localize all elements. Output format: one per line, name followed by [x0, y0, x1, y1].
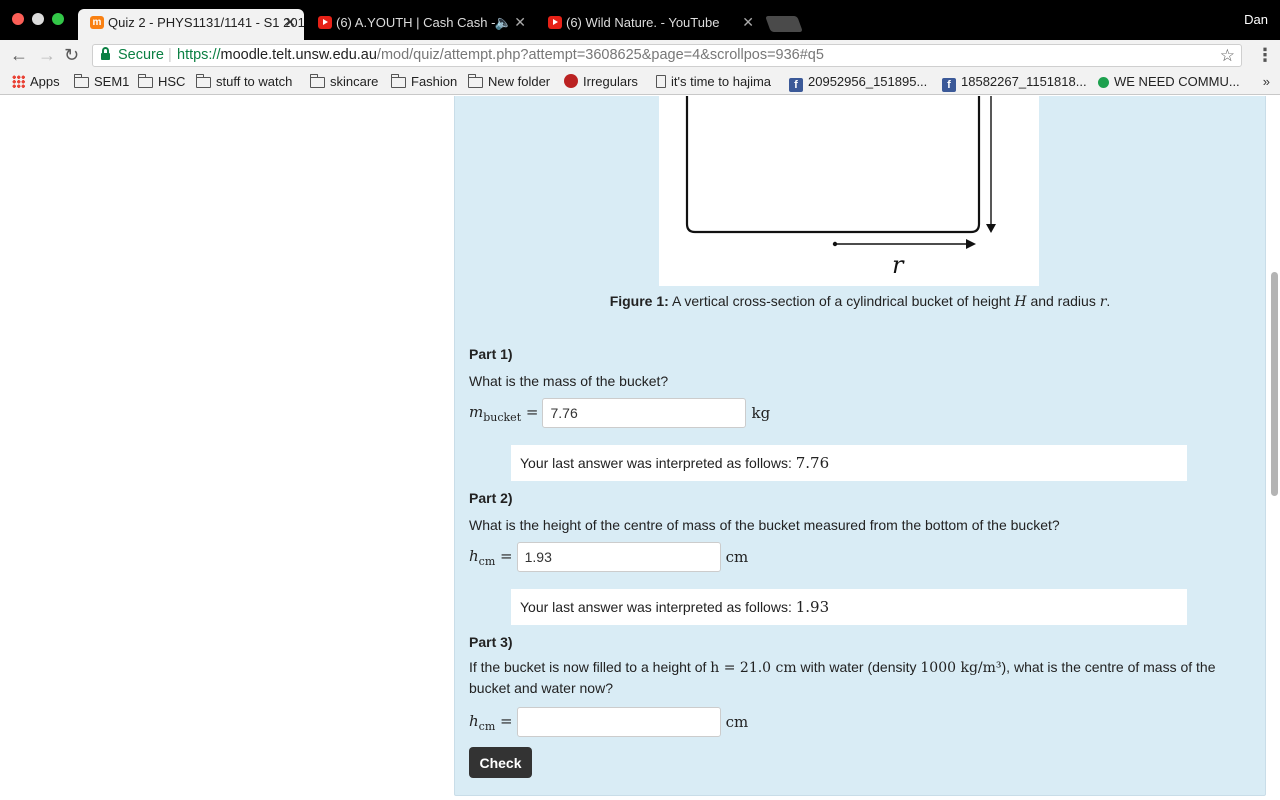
forward-icon[interactable]: → [38, 44, 56, 66]
browser-toolbar: ← → ↻ Secure | https://moodle.telt.unsw.… [0, 40, 1280, 70]
moodle-icon: m [90, 16, 104, 29]
green-dot-icon [1098, 77, 1109, 88]
apps-icon [12, 75, 25, 88]
height-arrowhead [986, 224, 996, 233]
bookmarks-overflow-icon[interactable]: » [1263, 74, 1270, 89]
figure-caption: Figure 1: A vertical cross-section of a … [455, 293, 1265, 310]
part2-question: What is the height of the centre of mass… [469, 517, 1060, 533]
page-content: r Figure 1: A vertical cross-section of … [0, 96, 1280, 800]
caption-prefix: Figure 1: [609, 293, 669, 309]
tab-title: (6) A.YOUTH | Cash Cash - [336, 15, 496, 30]
part3-answer-input[interactable] [516, 707, 721, 737]
folder-icon [73, 74, 89, 88]
folder-icon [467, 74, 483, 88]
facebook-icon: f [942, 78, 956, 92]
part1-lhs: mbucket = [469, 402, 539, 424]
folder-icon [309, 74, 325, 88]
caption-height-symbol: H [1014, 294, 1027, 310]
caption-end: . [1106, 293, 1111, 309]
part2-title: Part 2) [469, 490, 513, 506]
part3-title: Part 3) [469, 634, 513, 650]
part2-lhs: hcm = [469, 546, 513, 568]
caption-and: and radius [1030, 293, 1096, 309]
title-bar: m Quiz 2 - PHYS1131/1141 - S1 2018 ✕ (6)… [0, 0, 1280, 40]
page-icon [656, 75, 666, 88]
scrollbar-thumb[interactable] [1271, 272, 1278, 496]
check-button[interactable]: Check [469, 747, 532, 778]
bookmark-star-icon[interactable]: ☆ [1220, 45, 1235, 66]
profile-name[interactable]: Dan [1244, 12, 1268, 27]
close-tab-icon[interactable]: ✕ [284, 9, 296, 36]
folder-icon [195, 74, 211, 88]
part2-unit: cm [725, 548, 749, 566]
part3-lhs: hcm = [469, 711, 513, 733]
radius-arrowhead [966, 239, 976, 249]
page-scrollbar[interactable] [1268, 96, 1280, 800]
tab-title: Quiz 2 - PHYS1131/1141 - S1 2018 [108, 15, 304, 30]
part3-question: If the bucket is now filled to a height … [469, 659, 1216, 696]
part2-answer-input[interactable] [516, 542, 721, 572]
question-panel: r Figure 1: A vertical cross-section of … [454, 96, 1266, 796]
bookmark-skincare[interactable]: skincare [309, 74, 378, 90]
tab-cash-cash[interactable]: (6) A.YOUTH | Cash Cash - 🔈 ✕ [306, 9, 534, 40]
tab-title: (6) Wild Nature. - YouTube [566, 15, 720, 30]
part1-unit: kg [751, 404, 771, 422]
folder-icon [137, 74, 153, 88]
bookmark-hajima[interactable]: it's time to hajima [656, 74, 771, 90]
bucket-figure: r [659, 96, 1039, 286]
tab-wild-nature[interactable]: (6) Wild Nature. - YouTube ✕ [536, 9, 762, 40]
part3-answer-row: hcm = cm [469, 707, 748, 737]
part2-feedback: Your last answer was interpreted as foll… [511, 589, 1187, 625]
secure-label: Secure [118, 47, 164, 63]
new-tab-button[interactable] [765, 16, 803, 32]
part1-feedback-value: 7.76 [795, 454, 830, 472]
part1-answer-input[interactable] [542, 398, 747, 428]
bookmark-hsc[interactable]: HSC [137, 74, 185, 90]
bookmark-fashion[interactable]: Fashion [390, 74, 457, 90]
part3-unit: cm [725, 713, 749, 731]
part1-question: What is the mass of the bucket? [469, 373, 669, 389]
part3-density-expr: 1000 kg/m³ [920, 660, 1002, 676]
reload-icon[interactable]: ↻ [64, 44, 79, 66]
minimize-window-button[interactable] [32, 13, 44, 25]
tab-quiz[interactable]: m Quiz 2 - PHYS1131/1141 - S1 2018 ✕ [78, 9, 304, 40]
part2-feedback-value: 1.93 [795, 598, 830, 616]
close-window-button[interactable] [12, 13, 24, 25]
bookmarks-bar: Apps SEM1 HSC stuff to watch skincare Fa… [0, 70, 1280, 95]
caption-text: A vertical cross-section of a cylindrica… [671, 293, 1011, 309]
browser-menu-icon[interactable]: ⋮ [1256, 44, 1274, 66]
url-separator: | [168, 47, 172, 63]
folder-icon [390, 74, 406, 88]
bookmark-we-need[interactable]: WE NEED COMMU... [1098, 74, 1240, 90]
close-tab-icon[interactable]: ✕ [742, 9, 754, 36]
bookmark-fb-1[interactable]: f 20952956_151895... [789, 74, 927, 92]
part3-height-expr: h = 21.0 cm [710, 660, 797, 676]
radius-label: r [892, 251, 905, 279]
url-text[interactable]: https://moodle.telt.unsw.edu.au/mod/quiz… [177, 45, 824, 66]
bucket-diagram: r [685, 96, 996, 279]
part1-answer-row: mbucket = kg [469, 398, 770, 428]
youtube-icon [548, 16, 562, 29]
bookmark-irregulars[interactable]: Irregulars [564, 74, 638, 90]
bookmark-sem1[interactable]: SEM1 [73, 74, 129, 90]
irregulars-icon [564, 74, 578, 88]
part1-feedback: Your last answer was interpreted as foll… [511, 445, 1187, 481]
youtube-icon [318, 16, 332, 29]
back-icon[interactable]: ← [10, 44, 28, 66]
audio-playing-icon[interactable]: 🔈 [495, 9, 512, 36]
address-bar[interactable]: Secure | https://moodle.telt.unsw.edu.au… [92, 44, 1242, 67]
part2-answer-row: hcm = cm [469, 542, 748, 572]
bookmark-apps[interactable]: Apps [12, 74, 60, 90]
close-tab-icon[interactable]: ✕ [514, 9, 526, 36]
facebook-icon: f [789, 78, 803, 92]
part1-title: Part 1) [469, 346, 513, 362]
lock-icon [101, 47, 110, 60]
bookmark-new-folder[interactable]: New folder [467, 74, 550, 90]
bookmark-stuff-to-watch[interactable]: stuff to watch [195, 74, 292, 90]
maximize-window-button[interactable] [52, 13, 64, 25]
bookmark-fb-2[interactable]: f 18582267_1151818... [942, 74, 1087, 92]
